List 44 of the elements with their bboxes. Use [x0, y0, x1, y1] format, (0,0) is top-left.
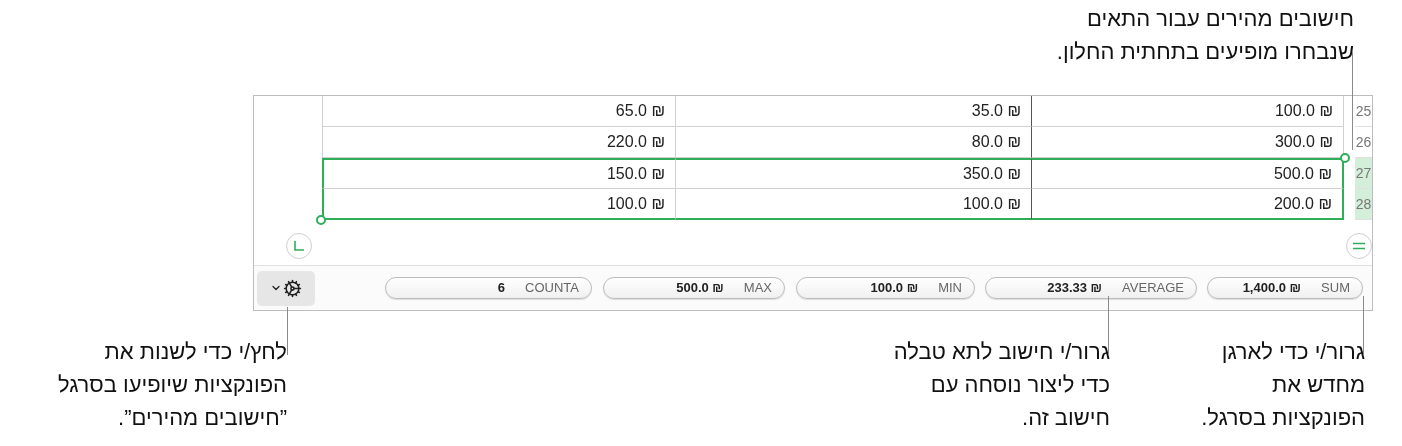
table-cell[interactable]: 150.0 ₪	[322, 158, 675, 189]
leader-line	[1108, 296, 1109, 355]
callout-text: לחץ/י כדי לשנות את הפונקציות שיופיעו בסרגל ”חישובים מהירים”.	[58, 338, 287, 432]
callout-text: חישובים מהירים עבור התאים שנבחרו מופיעים בתחתית החלון.	[1056, 5, 1354, 66]
table-cell[interactable]: 100.0 ₪	[675, 189, 1032, 220]
corner-button[interactable]	[286, 233, 312, 259]
calculation-label: MAX	[743, 279, 772, 298]
leader-line	[287, 307, 288, 355]
calculation-pill[interactable]: 6 COUNTA	[385, 277, 592, 299]
table-cell[interactable]: 35.0 ₪	[675, 96, 1032, 127]
callout-text: גרור/י חישוב לתא טבלה כדי ליצור נוסחה עם חישוב זה.	[893, 338, 1110, 432]
table-cell[interactable]: 350.0 ₪	[675, 158, 1032, 189]
calculation-value: 233.33 ₪	[1047, 279, 1103, 298]
calculation-label: SUM	[1321, 279, 1350, 298]
calculation-pill[interactable]: 500.0 ₪ MAX	[603, 277, 785, 299]
table-cell[interactable]: 65.0 ₪	[322, 96, 675, 127]
equals-icon	[1353, 242, 1365, 250]
table-cell[interactable]: 500.0 ₪	[1032, 158, 1344, 189]
row-header[interactable]: 27	[1355, 158, 1372, 189]
settings-button[interactable]	[257, 270, 315, 306]
calculation-label: AVERAGE	[1122, 279, 1184, 298]
table-cell[interactable]: 80.0 ₪	[675, 127, 1032, 158]
table-cell[interactable]: 200.0 ₪	[1032, 189, 1344, 220]
leader-line	[1363, 296, 1364, 355]
calculation-pill[interactable]: 100.0 ₪ MIN	[796, 277, 975, 299]
table-cell[interactable]: 300.0 ₪	[1032, 127, 1344, 158]
row-header[interactable]: 28	[1355, 189, 1372, 220]
calculation-value: 6	[497, 279, 506, 298]
calculation-label: MIN	[938, 279, 962, 298]
selection-handle[interactable]	[1340, 153, 1350, 163]
corner-icon	[293, 240, 305, 252]
calculation-pill[interactable]: 233.33 ₪ AVERAGE	[985, 277, 1197, 299]
calculation-pill[interactable]: 1,400.0 ₪ SUM	[1207, 277, 1363, 299]
calculation-value: 500.0 ₪	[676, 279, 724, 298]
calculation-value: 1,400.0 ₪	[1242, 279, 1302, 298]
add-row-button[interactable]	[1346, 233, 1372, 259]
calculation-label: COUNTA	[525, 279, 579, 298]
settings-icon	[283, 278, 302, 298]
table-cell[interactable]: 100.0 ₪	[1032, 96, 1344, 127]
calculation-value: 100.0 ₪	[870, 279, 919, 298]
table-cell[interactable]: 220.0 ₪	[322, 127, 675, 158]
callout-text: גרור/י כדי לארגן מחדש את הפונקציות בסרגל.	[1201, 338, 1365, 432]
table-cell[interactable]: 100.0 ₪	[322, 189, 675, 220]
selection-handle[interactable]	[316, 215, 326, 225]
